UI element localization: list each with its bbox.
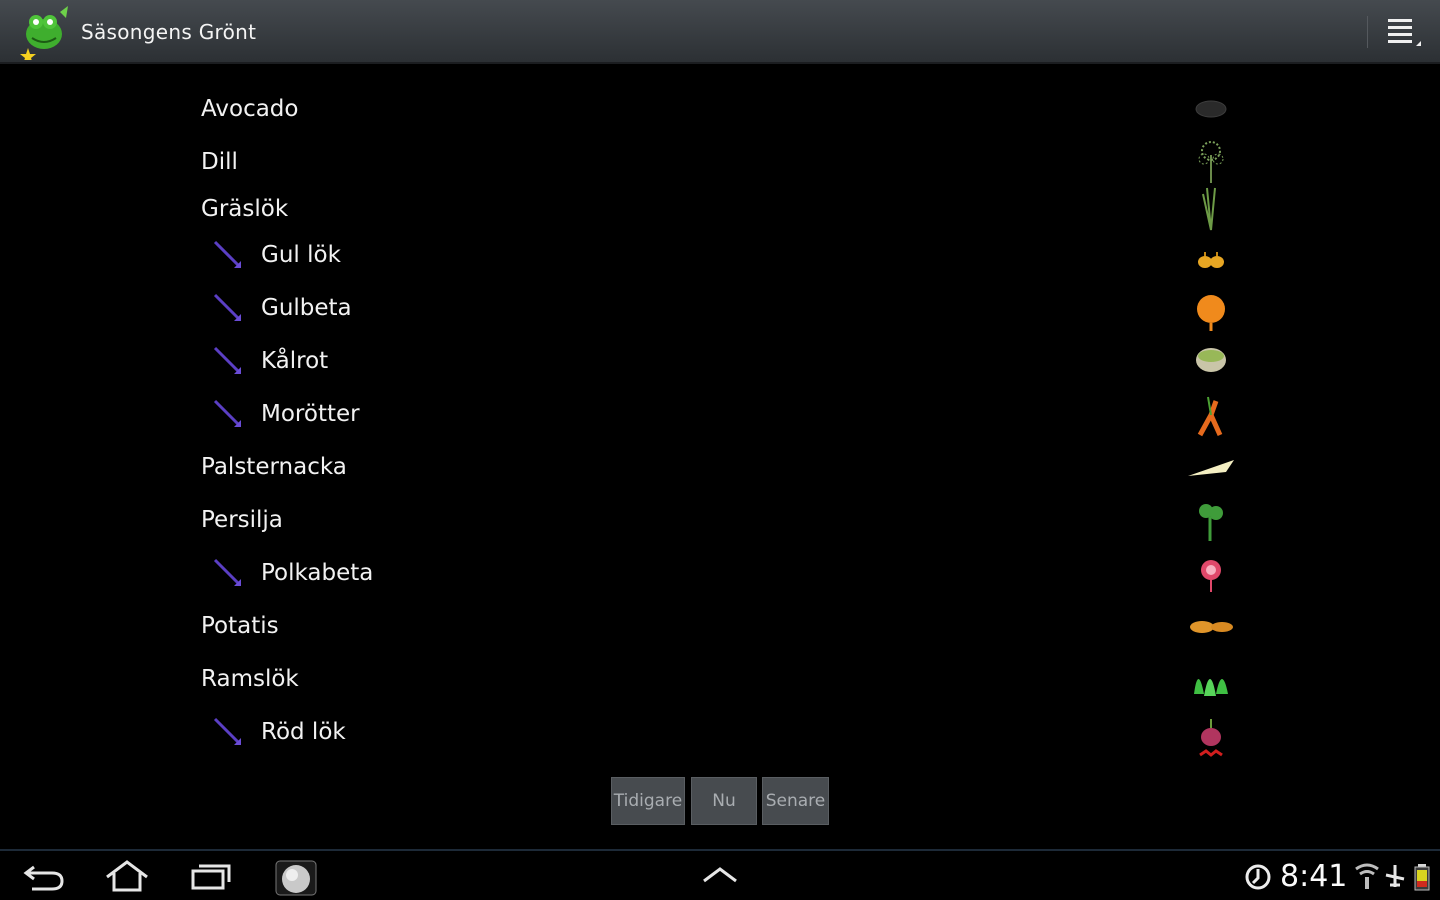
ramsons-icon <box>1194 679 1228 696</box>
wifi-icon <box>1355 863 1379 889</box>
recent-apps-icon[interactable] <box>190 861 232 891</box>
list-item[interactable]: Röd lök <box>0 707 1440 757</box>
earlier-button[interactable]: Tidigare <box>611 777 685 825</box>
list-item[interactable]: Kålrot <box>0 336 1440 386</box>
polka-beet-icon <box>1201 560 1221 592</box>
list-item[interactable]: Gräslök <box>0 184 1440 234</box>
clock: 8:41 <box>1280 859 1348 894</box>
carrots-icon <box>1197 396 1223 437</box>
list-item[interactable]: Avocado <box>0 84 1440 134</box>
list-item-label: Dill <box>201 149 238 175</box>
screenshot-icon[interactable] <box>274 859 318 897</box>
list-item-label: Kålrot <box>261 348 329 374</box>
list-item[interactable]: Persilja <box>0 495 1440 545</box>
rutabaga-icon <box>1196 348 1226 372</box>
list-item-label: Gräslök <box>201 196 289 222</box>
season-marker-icon <box>213 717 241 745</box>
list-item-label: Gulbeta <box>261 295 352 321</box>
list-item-label: Polkabeta <box>261 560 374 586</box>
overflow-menu-icon[interactable] <box>1384 12 1424 52</box>
list-item-label: Ramslök <box>201 666 299 692</box>
yellow-onion-icon <box>1198 252 1224 268</box>
season-marker-icon <box>213 399 241 427</box>
list-item-label: Röd lök <box>261 719 346 745</box>
system-bar: 8:41 <box>0 849 1440 900</box>
now-button[interactable]: Nu <box>691 777 757 825</box>
list-item[interactable]: Potatis <box>0 601 1440 651</box>
list-item[interactable]: Dill <box>0 137 1440 187</box>
list-item[interactable]: Polkabeta <box>0 548 1440 598</box>
list-item-label: Potatis <box>201 613 279 639</box>
list-item-label: Avocado <box>201 96 299 122</box>
potato-icon <box>1190 621 1233 633</box>
avocado-icon <box>1195 100 1227 118</box>
app-title: Säsongens Grönt <box>81 20 257 44</box>
later-button[interactable]: Senare <box>762 777 829 825</box>
parsnip-icon <box>1188 460 1234 476</box>
list-item[interactable]: Ramslök <box>0 654 1440 704</box>
sync-icon <box>1245 864 1271 890</box>
list-item-label: Morötter <box>261 401 360 427</box>
list-item[interactable]: Gulbeta <box>0 283 1440 333</box>
frog-logo-icon[interactable] <box>16 4 74 60</box>
action-bar: Säsongens Grönt <box>0 0 1440 64</box>
chives-icon <box>1202 187 1216 231</box>
list-item[interactable]: Palsternacka <box>0 442 1440 492</box>
back-icon[interactable] <box>22 859 66 893</box>
season-marker-icon <box>213 558 241 586</box>
list-item-label: Persilja <box>201 507 283 533</box>
season-marker-icon <box>213 293 241 321</box>
list-item[interactable]: Morötter <box>0 389 1440 439</box>
dill-icon <box>1198 141 1224 183</box>
airplane-mode-icon <box>1385 865 1405 887</box>
chevron-up-icon[interactable] <box>700 863 740 887</box>
menu-divider <box>1367 16 1368 48</box>
season-marker-icon <box>213 240 241 268</box>
red-onion-icon <box>1199 719 1223 757</box>
list-item-label: Gul lök <box>261 242 341 268</box>
list-item-label: Palsternacka <box>201 454 347 480</box>
parsley-icon <box>1199 504 1223 541</box>
list-item[interactable]: Gul lök <box>0 230 1440 280</box>
season-marker-icon <box>213 346 241 374</box>
vegetable-list[interactable]: Avocado Dill Gräslök Gul lök Gulbeta Kålrot Mo… <box>0 64 1440 776</box>
home-icon[interactable] <box>104 859 150 893</box>
battery-icon <box>1414 864 1430 891</box>
yellow-beet-icon <box>1197 295 1225 331</box>
